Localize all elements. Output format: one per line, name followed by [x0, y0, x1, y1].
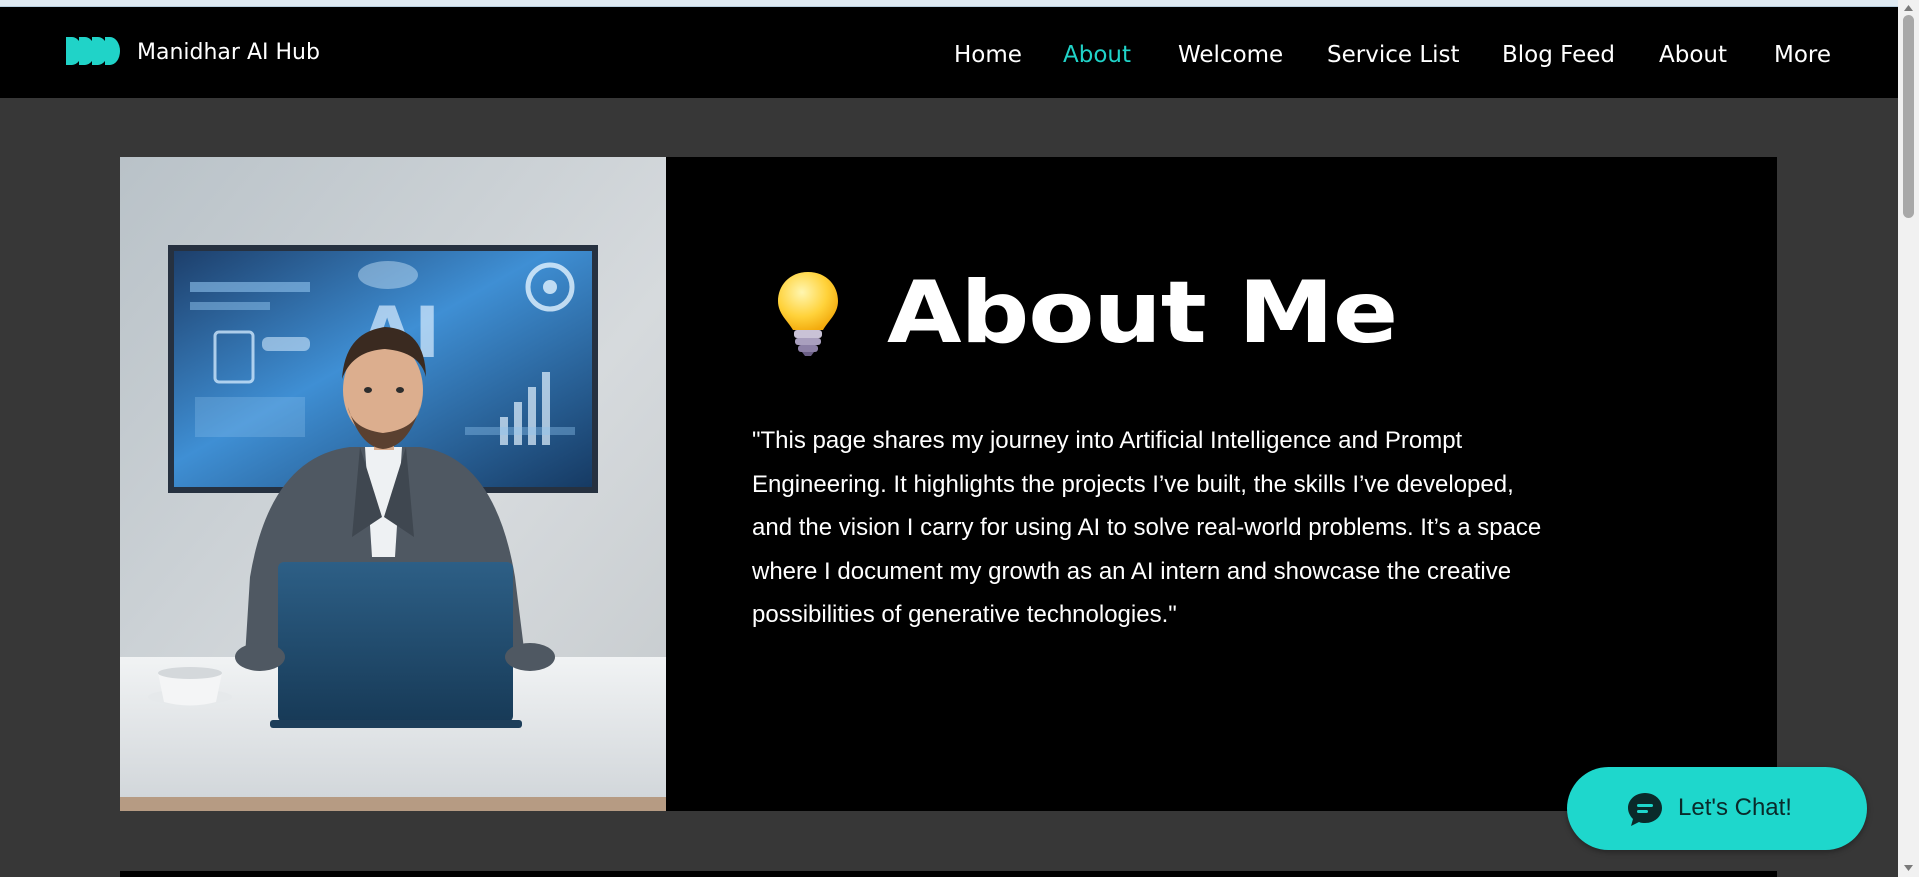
chat-bubble-icon — [1628, 793, 1662, 826]
light-bulb-icon — [778, 272, 838, 356]
about-paragraph: "This page shares my journey into Artifi… — [752, 427, 1542, 628]
nav-item-welcome[interactable]: Welcome — [1178, 42, 1283, 68]
scrollbar-thumb[interactable] — [1903, 15, 1914, 218]
nav-item-home[interactable]: Home — [954, 42, 1022, 68]
site-header: Manidhar AI Hub Home About Welcome Servi… — [0, 7, 1898, 98]
browser-top-edge — [0, 0, 1898, 7]
nav-item-about[interactable]: About — [1063, 42, 1131, 68]
about-section: AI — [120, 157, 1777, 811]
nav-item-service-list[interactable]: Service List — [1327, 42, 1460, 68]
lets-chat-button[interactable]: Let's Chat! — [1567, 767, 1867, 850]
about-heading: About Me — [887, 263, 1398, 363]
vertical-scrollbar[interactable] — [1898, 0, 1919, 877]
nav-item-about-2[interactable]: About — [1659, 42, 1727, 68]
lets-chat-label: Let's Chat! — [1678, 794, 1792, 821]
next-section-edge — [120, 871, 1777, 877]
scroll-up-arrow-icon[interactable] — [1903, 3, 1914, 13]
main-nav: Home About Welcome Service List Blog Fee… — [0, 42, 1898, 72]
nav-item-blog-feed[interactable]: Blog Feed — [1502, 42, 1615, 68]
scroll-down-arrow-icon[interactable] — [1903, 863, 1914, 873]
profile-photo: AI — [120, 157, 666, 811]
nav-item-more[interactable]: More — [1774, 42, 1831, 68]
